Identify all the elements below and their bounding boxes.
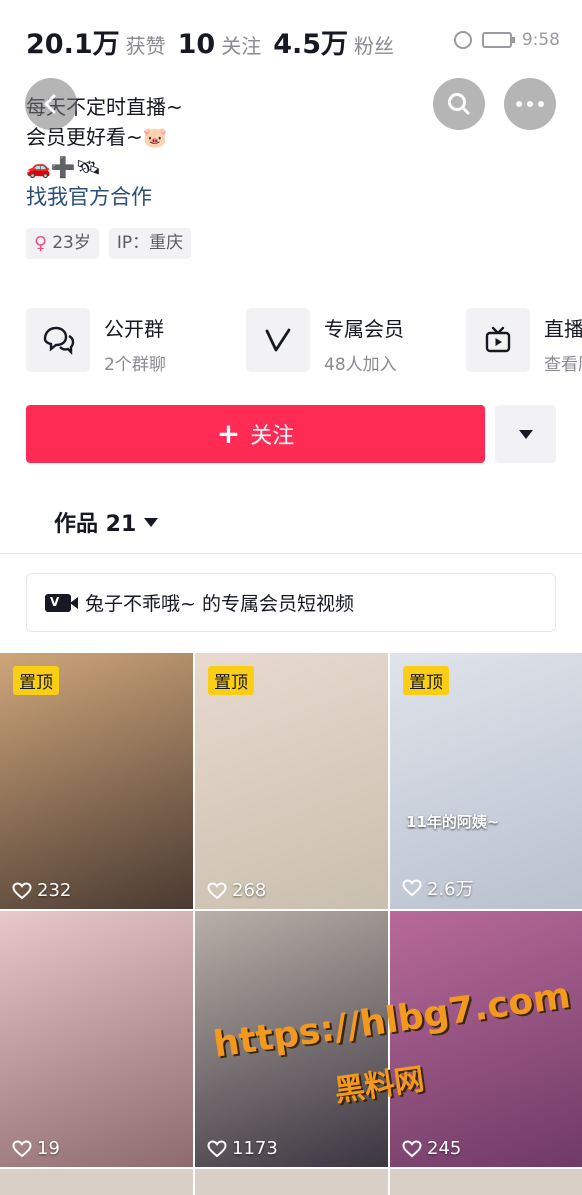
follow-dropdown-button[interactable]	[495, 405, 556, 463]
pinned-badge: 置顶	[403, 666, 449, 695]
video-camera-icon: V	[45, 593, 78, 612]
heart-outline-icon	[207, 881, 227, 899]
video-grid: 置顶 232 置顶 268 置顶 11年的阿姨~ 2.6万 19 1173 245	[0, 653, 582, 1195]
like-count: 245	[427, 1138, 462, 1159]
heart-outline-icon	[207, 1139, 227, 1157]
heart-outline-icon	[12, 1139, 32, 1157]
back-button[interactable]	[25, 78, 77, 130]
ip-text: IP：重庆	[116, 233, 184, 253]
ip-tag: IP：重庆	[108, 228, 192, 259]
profile-tags: ♀ 23岁 IP：重庆	[26, 228, 192, 259]
video-thumbnail[interactable]	[195, 1169, 388, 1195]
feature-title: 专属会员	[324, 317, 404, 341]
search-button[interactable]	[433, 78, 485, 130]
profile-stats: 20.1万 获赞 10 关注 4.5万 粉丝	[26, 22, 406, 61]
like-count: 1173	[232, 1138, 278, 1159]
pinned-badge: 置顶	[208, 666, 254, 695]
more-button[interactable]	[504, 78, 556, 130]
caret-down-icon	[144, 517, 159, 527]
plus-icon: +	[216, 417, 241, 450]
tv-play-icon	[466, 308, 530, 372]
status-bar: 9:58	[453, 30, 560, 50]
video-likes: 2.6万	[402, 875, 474, 901]
follow-label: 关注	[250, 424, 295, 449]
like-count: 19	[37, 1138, 60, 1159]
pinned-badge: 置顶	[13, 666, 59, 695]
video-likes: 1173	[207, 1138, 278, 1159]
feature-entries: 公开群 2个群聊 专属会员 48人加入 直播动态 查看历史	[26, 308, 582, 375]
feature-exclusive-member[interactable]: 专属会员 48人加入	[246, 308, 466, 375]
tab-works-label: 作品 21	[54, 512, 137, 537]
member-bar-text: 兔子不乖哦~ 的专属会员短视频	[85, 593, 354, 615]
feature-public-group[interactable]: 公开群 2个群聊	[26, 308, 246, 375]
feature-subtitle: 48人加入	[324, 355, 397, 375]
video-thumbnail[interactable]: 置顶 232	[0, 653, 193, 909]
following-count[interactable]: 10	[178, 29, 216, 60]
tab-divider	[0, 553, 582, 554]
video-likes: 245	[402, 1138, 461, 1159]
video-likes: 232	[12, 880, 71, 901]
like-count: 268	[232, 880, 267, 901]
video-thumbnail[interactable]: 置顶 11年的阿姨~ 2.6万	[390, 653, 582, 909]
chevron-left-icon	[44, 94, 56, 114]
member-videos-entry[interactable]: V 兔子不乖哦~ 的专属会员短视频	[26, 573, 556, 632]
heart-outline-icon	[402, 879, 422, 897]
video-thumbnail[interactable]	[0, 1169, 193, 1195]
female-icon: ♀	[34, 233, 48, 254]
video-thumbnail[interactable]	[390, 1169, 582, 1195]
heart-outline-icon	[402, 1139, 422, 1157]
video-caption: 11年的阿姨~	[406, 813, 500, 831]
battery-icon	[481, 32, 515, 48]
chat-bubbles-icon	[26, 308, 90, 372]
caret-down-icon	[518, 429, 533, 439]
age-text: 23岁	[52, 233, 91, 253]
video-thumbnail[interactable]: 19	[0, 911, 193, 1167]
v-badge-icon	[246, 308, 310, 372]
like-count: 232	[37, 880, 72, 901]
following-label[interactable]: 关注	[221, 30, 261, 59]
alarm-icon	[453, 31, 472, 49]
tab-works[interactable]: 作品 21	[54, 506, 159, 538]
cooperation-link[interactable]: 找我官方合作	[26, 182, 183, 212]
feature-subtitle: 2个群聊	[104, 355, 166, 375]
bio-line: 🚗➕🛰	[26, 155, 102, 179]
followers-label[interactable]: 粉丝	[354, 30, 394, 59]
likes-label: 获赞	[125, 34, 166, 58]
video-likes: 268	[207, 880, 266, 901]
feature-subtitle: 查看历史	[544, 355, 582, 375]
video-likes: 19	[12, 1138, 60, 1159]
feature-title: 公开群	[104, 317, 164, 341]
video-thumbnail[interactable]: 245	[390, 911, 582, 1167]
like-count: 2.6万	[427, 879, 474, 900]
heart-outline-icon	[12, 881, 32, 899]
video-thumbnail[interactable]: 置顶 268	[195, 653, 388, 909]
status-time: 9:58	[521, 30, 560, 50]
likes-count: 20.1万	[26, 29, 120, 60]
follow-button[interactable]: + 关注	[26, 405, 485, 463]
feature-live-activity[interactable]: 直播动态 查看历史	[466, 308, 582, 375]
search-icon	[448, 93, 470, 115]
followers-count[interactable]: 4.5万	[273, 22, 348, 61]
age-tag: ♀ 23岁	[26, 228, 99, 259]
feature-title: 直播动态	[544, 317, 582, 341]
more-dots-icon	[516, 101, 544, 107]
